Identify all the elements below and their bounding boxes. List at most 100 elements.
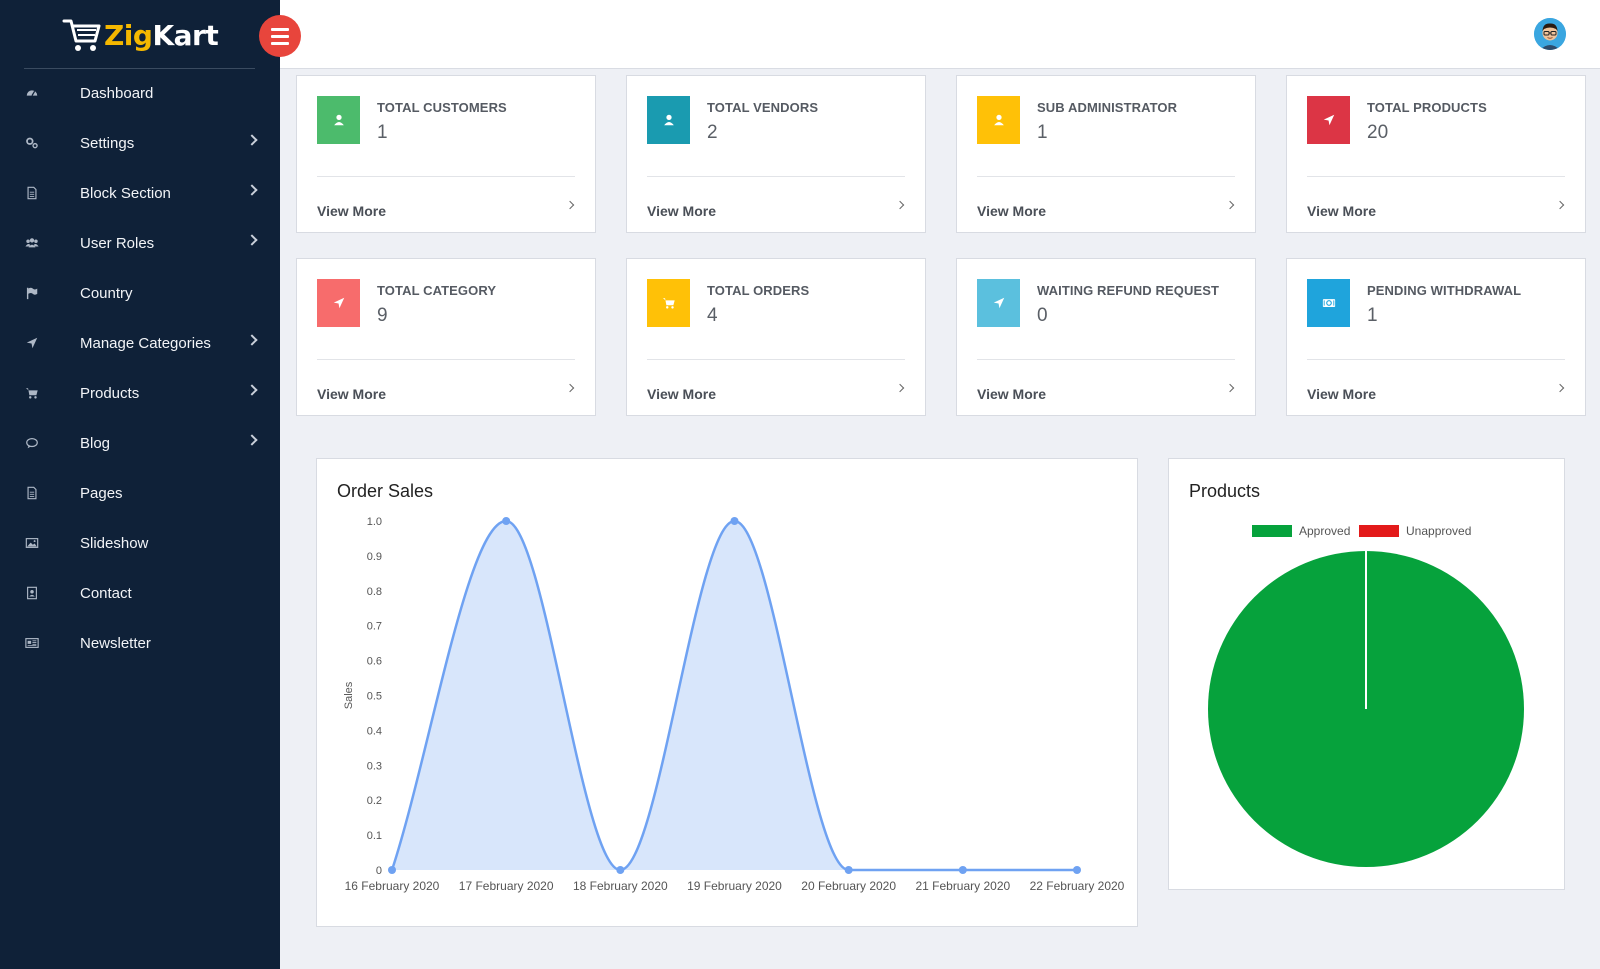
stat-card-waiting-refund-request: WAITING REFUND REQUEST 0 View More <box>956 258 1256 416</box>
stat-card-title: PENDING WITHDRAWAL <box>1367 283 1522 298</box>
y-tick-label: 0.1 <box>367 830 382 842</box>
order-sales-panel: Order Sales 0 0.1 0.2 0.3 0.4 0.5 0.6 0.7 0.8 0.9… <box>316 458 1138 927</box>
stat-card-divider <box>977 176 1235 177</box>
sidebar-item-dashboard[interactable]: Dashboard <box>0 68 280 118</box>
topbar <box>280 0 1600 69</box>
stat-card-title: WAITING REFUND REQUEST <box>1037 283 1220 298</box>
sales-point <box>1073 866 1081 874</box>
image-icon <box>24 535 40 551</box>
sidebar-toggle-button[interactable] <box>259 15 301 57</box>
view-more-link[interactable]: View More <box>647 386 716 402</box>
sidebar-item-slideshow[interactable]: Slideshow <box>0 518 280 568</box>
products-pie-chart: Approved Unapproved <box>1208 524 1524 867</box>
gears-icon <box>24 135 40 151</box>
stat-card-divider <box>977 359 1235 360</box>
sidebar-item-country[interactable]: Country <box>0 268 280 318</box>
chevron-right-icon[interactable] <box>1555 200 1565 210</box>
sidebar-item-newsletter[interactable]: Newsletter <box>0 618 280 668</box>
chevron-right-icon[interactable] <box>1225 383 1235 393</box>
cart-icon <box>24 385 40 401</box>
stat-card-title: TOTAL CUSTOMERS <box>377 100 507 115</box>
legend-label: Unapproved <box>1406 524 1471 538</box>
view-more-link[interactable]: View More <box>317 203 386 219</box>
user-icon <box>647 96 690 144</box>
sidebar-item-label: Newsletter <box>80 634 151 652</box>
cart-icon <box>647 279 690 327</box>
y-tick-label: 0.7 <box>367 621 382 633</box>
view-more-link[interactable]: View More <box>1307 203 1376 219</box>
chevron-right-icon[interactable] <box>895 383 905 393</box>
contact-card-icon <box>24 585 40 601</box>
sales-area-fill <box>392 521 1077 870</box>
sidebar-item-blog[interactable]: Blog <box>0 418 280 468</box>
stat-card-total-vendors: TOTAL VENDORS 2 View More <box>626 75 926 233</box>
stat-card-divider <box>1307 359 1565 360</box>
view-more-link[interactable]: View More <box>1307 386 1376 402</box>
user-avatar[interactable] <box>1534 18 1566 50</box>
chevron-right-icon <box>246 184 258 196</box>
sidebar-item-label: Pages <box>80 484 123 502</box>
sidebar-item-block-section[interactable]: Block Section <box>0 168 280 218</box>
brand-name-part2: Kart <box>152 18 219 52</box>
stat-card-title: TOTAL VENDORS <box>707 100 819 115</box>
x-tick-label: 20 February 2020 <box>801 879 896 893</box>
sales-point <box>502 517 511 525</box>
view-more-link[interactable]: View More <box>977 386 1046 402</box>
y-axis-label: Sales <box>343 681 355 709</box>
chevron-right-icon[interactable] <box>895 200 905 210</box>
sidebar-item-user-roles[interactable]: User Roles <box>0 218 280 268</box>
stat-card-total-category: TOTAL CATEGORY 9 View More <box>296 258 596 416</box>
stat-card-total-orders: TOTAL ORDERS 4 View More <box>626 258 926 416</box>
sidebar-item-label: Manage Categories <box>80 334 211 352</box>
view-more-link[interactable]: View More <box>647 203 716 219</box>
sidebar-item-contact[interactable]: Contact <box>0 568 280 618</box>
legend-swatch-approved <box>1252 525 1292 537</box>
users-icon <box>24 235 40 251</box>
sales-point <box>844 866 853 874</box>
stat-card-divider <box>647 176 905 177</box>
sidebar-item-manage-categories[interactable]: Manage Categories <box>0 318 280 368</box>
money-icon <box>1307 279 1350 327</box>
chevron-right-icon[interactable] <box>565 200 575 210</box>
x-tick-label: 18 February 2020 <box>573 879 668 893</box>
newspaper-icon <box>24 635 40 651</box>
location-arrow-icon <box>1307 96 1350 144</box>
stat-card-divider <box>317 359 575 360</box>
stat-card-divider <box>647 359 905 360</box>
chevron-right-icon[interactable] <box>1225 200 1235 210</box>
dashboard-icon <box>24 85 40 101</box>
sidebar-item-products[interactable]: Products <box>0 368 280 418</box>
y-tick-label: 1.0 <box>367 516 382 528</box>
stat-card-title: SUB ADMINISTRATOR <box>1037 100 1178 115</box>
chevron-right-icon[interactable] <box>1555 383 1565 393</box>
sidebar-item-label: Country <box>80 284 133 302</box>
chevron-right-icon[interactable] <box>565 383 575 393</box>
x-tick-label: 19 February 2020 <box>687 879 782 893</box>
sidebar-item-label: Dashboard <box>80 84 154 102</box>
stat-card-divider <box>317 176 575 177</box>
sidebar: ZigKart Dashboard Settings Block Section Us… <box>0 0 280 969</box>
stat-card-title: TOTAL ORDERS <box>707 283 810 298</box>
chevron-right-icon <box>246 384 258 396</box>
cart-logo-icon <box>62 19 101 51</box>
brand-name-part1: Zig <box>104 18 153 52</box>
sidebar-item-label: Slideshow <box>80 534 149 552</box>
y-tick-label: 0.3 <box>367 760 382 772</box>
sidebar-item-label: Settings <box>80 134 135 152</box>
x-tick-label: 22 February 2020 <box>1030 879 1125 893</box>
legend-label: Approved <box>1299 524 1350 538</box>
brand-logo[interactable]: ZigKart <box>62 12 219 58</box>
sidebar-item-label: Contact <box>80 584 132 602</box>
stat-card-title: TOTAL CATEGORY <box>377 283 497 298</box>
y-tick-label: 0.9 <box>367 551 382 563</box>
sidebar-item-settings[interactable]: Settings <box>0 118 280 168</box>
sidebar-item-label: User Roles <box>80 234 155 252</box>
sidebar-item-pages[interactable]: Pages <box>0 468 280 518</box>
stat-card-title: TOTAL PRODUCTS <box>1367 100 1487 115</box>
view-more-link[interactable]: View More <box>977 203 1046 219</box>
view-more-link[interactable]: View More <box>317 386 386 402</box>
y-tick-label: 0.2 <box>367 795 382 807</box>
document-icon <box>24 185 40 201</box>
y-tick-label: 0 <box>376 865 382 877</box>
stat-card-value: 0 <box>1037 305 1048 326</box>
